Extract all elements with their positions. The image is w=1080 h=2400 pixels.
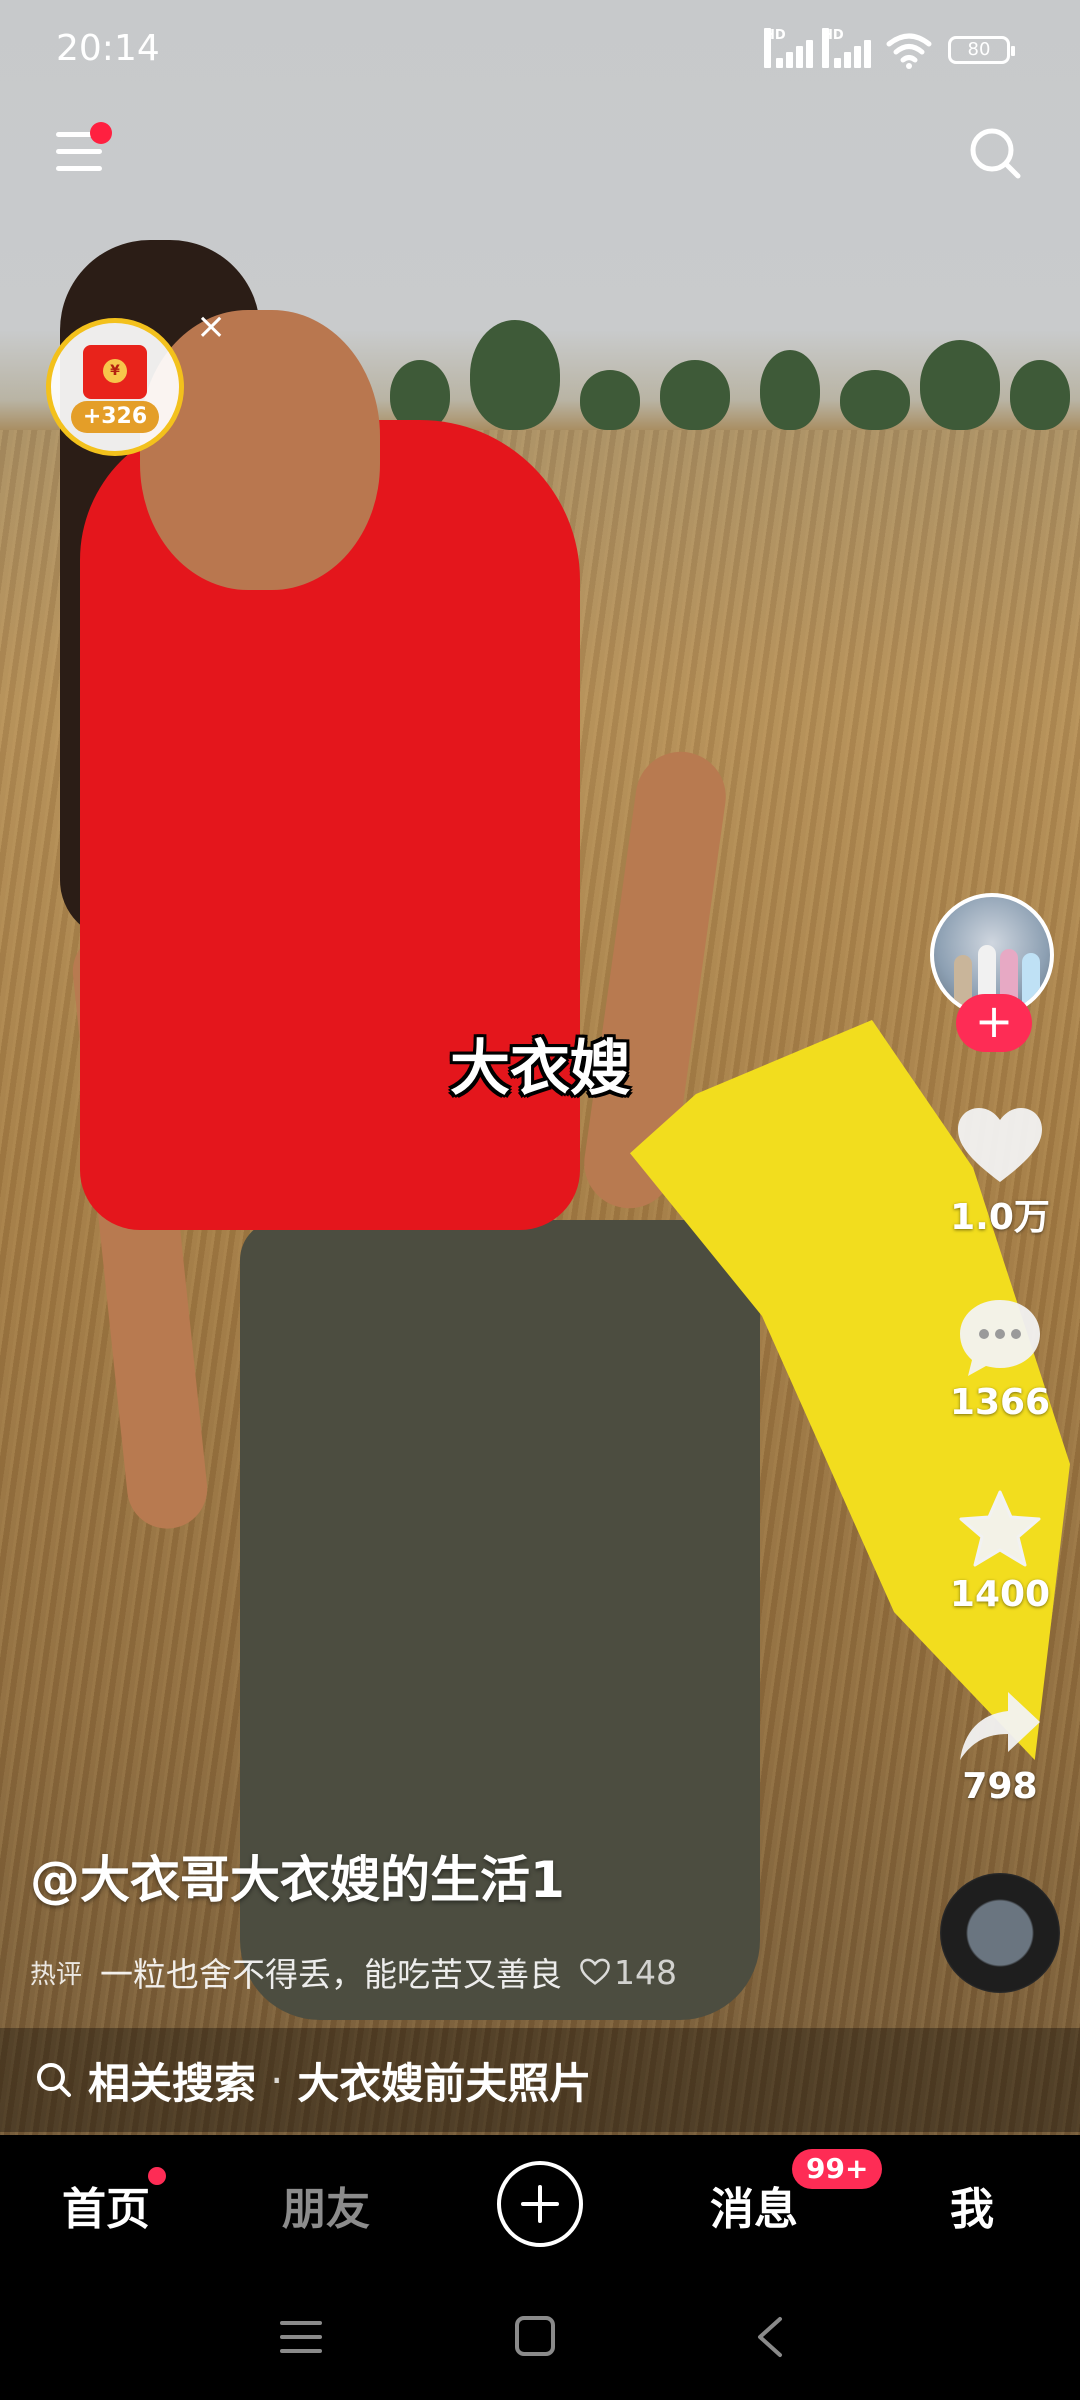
- music-disc-icon[interactable]: [940, 1873, 1060, 1993]
- red-packet-icon: ¥: [83, 345, 147, 399]
- favorite-count: 1400: [949, 1574, 1051, 1615]
- tab-messages[interactable]: 消息: [710, 2173, 798, 2237]
- reward-widget[interactable]: ¥ +326: [46, 318, 184, 456]
- share-button[interactable]: 798: [920, 1690, 1080, 1807]
- system-nav-bar: [0, 2275, 1080, 2400]
- favorite-button[interactable]: 1400: [920, 1490, 1080, 1615]
- home-notification-dot: [148, 2167, 166, 2185]
- follow-button[interactable]: +: [956, 994, 1032, 1052]
- share-arrow-icon: [960, 1692, 1040, 1760]
- signal-icon-2: HD: [822, 28, 871, 68]
- reward-amount: +326: [71, 401, 159, 433]
- related-search-query: 大衣嫂前夫照片: [297, 2058, 592, 2108]
- author-name[interactable]: @大衣哥大衣嫂的生活1: [30, 1840, 565, 1912]
- star-icon: [959, 1490, 1041, 1567]
- tab-home[interactable]: 首页: [62, 2173, 150, 2237]
- hot-comment[interactable]: 热评 一粒也舍不得丢，能吃苦又善良 148: [30, 1950, 677, 1995]
- battery-icon: 80: [948, 36, 1015, 64]
- like-count: 1.0万: [950, 1197, 1050, 1238]
- video-subtitle: 大衣嫂: [450, 1034, 630, 1104]
- menu-notification-dot: [90, 122, 112, 144]
- wifi-icon: [886, 33, 932, 69]
- comment-count: 1366: [949, 1382, 1051, 1423]
- heart-outline-icon: [580, 1958, 610, 1985]
- comment-button[interactable]: 1366: [920, 1298, 1080, 1423]
- bottom-nav: 首页 朋友 消息 99+ 我: [0, 2135, 1080, 2275]
- signal-icon: HD: [764, 28, 813, 68]
- related-search-label: 相关搜索: [88, 2058, 257, 2108]
- like-button[interactable]: 1.0万: [920, 1108, 1080, 1240]
- reward-close-icon[interactable]: ×: [196, 306, 226, 347]
- search-small-icon: [37, 2063, 71, 2097]
- hot-comment-text: 一粒也舍不得丢，能吃苦又善良: [100, 1955, 563, 1994]
- search-icon[interactable]: [968, 126, 1022, 180]
- tab-me[interactable]: 我: [950, 2173, 994, 2237]
- status-time: 20:14: [56, 28, 160, 69]
- related-search-separator: ·: [270, 2055, 284, 2105]
- create-plus-button[interactable]: [497, 2161, 583, 2247]
- related-search-bar[interactable]: 相关搜索 · 大衣嫂前夫照片: [0, 2028, 1080, 2132]
- heart-icon: [958, 1108, 1042, 1182]
- messages-badge: 99+: [792, 2149, 883, 2189]
- home-square-icon[interactable]: [514, 2315, 556, 2357]
- comment-icon: [960, 1300, 1040, 1376]
- share-count: 798: [962, 1766, 1038, 1807]
- hot-comment-likes: 148: [580, 1953, 677, 1992]
- back-icon[interactable]: [754, 2315, 784, 2359]
- tab-friends[interactable]: 朋友: [282, 2173, 370, 2237]
- status-bar: 20:14 HD HD 80: [0, 0, 1080, 100]
- hot-comment-tag: 热评: [30, 1959, 83, 1990]
- recent-apps-icon[interactable]: [280, 2317, 322, 2357]
